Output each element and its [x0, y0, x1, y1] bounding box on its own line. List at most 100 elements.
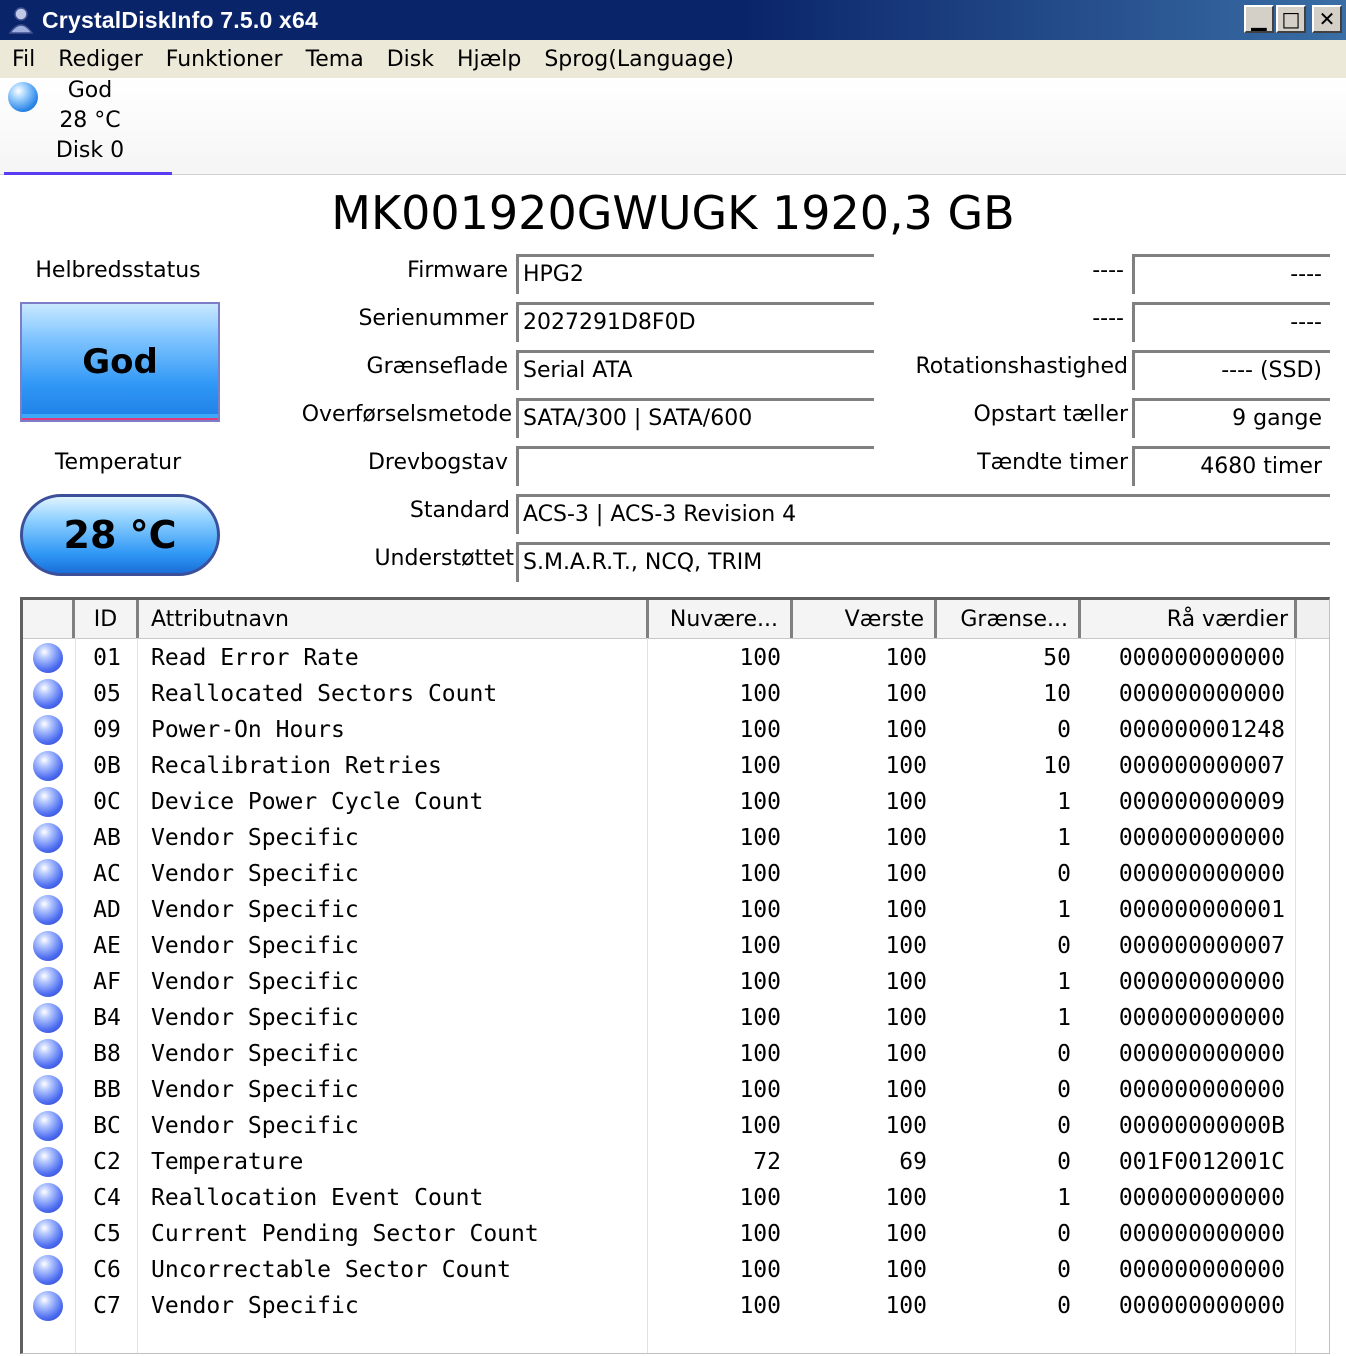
column-header-current[interactable]: Nuvære... [649, 600, 793, 638]
attribute-id: C2 [93, 1149, 121, 1175]
menu-help[interactable]: Hjælp [445, 47, 532, 72]
current-value: 100 [739, 1041, 781, 1067]
worst-value: 100 [885, 1077, 927, 1103]
table-row[interactable]: B4 Vendor Specific 100 100 1 000000000000 [23, 1000, 1329, 1036]
table-row[interactable]: AD Vendor Specific 100 100 1 000000000001 [23, 892, 1329, 928]
current-value: 100 [739, 933, 781, 959]
rotation-field[interactable]: ---- (SSD) [1132, 350, 1330, 390]
worst-value: 100 [885, 717, 927, 743]
threshold-value: 10 [1043, 753, 1071, 779]
table-row[interactable]: AB Vendor Specific 100 100 1 000000000000 [23, 820, 1329, 856]
table-row[interactable]: AE Vendor Specific 100 100 0 000000000007 [23, 928, 1329, 964]
close-button[interactable]: ✕ [1312, 5, 1342, 33]
menu-functions[interactable]: Funktioner [154, 47, 294, 72]
table-row[interactable]: AF Vendor Specific 100 100 1 000000000000 [23, 964, 1329, 1000]
temperature-display[interactable]: 28 °C [20, 494, 220, 576]
title-bar[interactable]: CrystalDiskInfo 7.5.0 x64 ▁ □ ✕ [0, 0, 1346, 40]
worst-value: 100 [885, 1293, 927, 1319]
status-orb-icon [33, 1255, 63, 1285]
serial-field[interactable]: 2027291D8F0D [516, 302, 874, 342]
table-row[interactable]: 09 Power-On Hours 100 100 0 000000001248 [23, 712, 1329, 748]
status-orb-icon [33, 859, 63, 889]
drive-letter-field[interactable] [516, 446, 874, 486]
status-orb-icon [33, 1291, 63, 1321]
table-row[interactable]: AC Vendor Specific 100 100 0 000000000000 [23, 856, 1329, 892]
worst-value: 100 [885, 1257, 927, 1283]
attribute-name: Temperature [151, 1149, 304, 1175]
status-orb-icon [33, 1075, 63, 1105]
attribute-name: Vendor Specific [151, 1077, 359, 1103]
column-header-status[interactable] [23, 600, 75, 638]
table-row[interactable]: BC Vendor Specific 100 100 0 00000000000B [23, 1108, 1329, 1144]
current-value: 100 [739, 1005, 781, 1031]
disk-tab-0[interactable]: God 28 °C Disk 0 [4, 78, 172, 175]
raw-value: 000000000009 [1118, 789, 1285, 815]
column-header-raw-values[interactable]: Rå værdier [1081, 600, 1297, 638]
interface-field[interactable]: Serial ATA [516, 350, 874, 390]
attribute-name: Vendor Specific [151, 1041, 359, 1067]
table-row[interactable]: BB Vendor Specific 100 100 0 000000000000 [23, 1072, 1329, 1108]
temperature-label: Temperatur [54, 450, 182, 475]
firmware-field[interactable]: HPG2 [516, 254, 874, 294]
supported-field[interactable]: S.M.A.R.T., NCQ, TRIM [516, 542, 1330, 582]
transfer-mode-field[interactable]: SATA/300 | SATA/600 [516, 398, 874, 438]
supported-label: Understøttet [374, 546, 514, 571]
power-on-hours-field[interactable]: 4680 timer [1132, 446, 1330, 486]
raw-value: 000000000000 [1118, 681, 1285, 707]
worst-value: 100 [885, 1185, 927, 1211]
raw-value: 000000000000 [1118, 1041, 1285, 1067]
disk-tab-status: God [67, 78, 113, 103]
table-row[interactable]: C5 Current Pending Sector Count 100 100 0 000… [23, 1216, 1329, 1252]
maximize-button[interactable]: □ [1276, 5, 1306, 33]
column-header-attribute-name[interactable]: Attributnavn [139, 600, 649, 638]
attribute-id: AC [93, 861, 121, 887]
power-on-count-field[interactable]: 9 gange [1132, 398, 1330, 438]
table-row[interactable]: 01 Read Error Rate 100 100 50 000000000000 [23, 640, 1329, 676]
worst-value: 100 [885, 789, 927, 815]
raw-value: 000000000000 [1118, 1077, 1285, 1103]
health-status-button[interactable]: God [20, 302, 220, 422]
menu-theme[interactable]: Tema [294, 47, 375, 72]
menu-disk[interactable]: Disk [375, 47, 445, 72]
current-value: 100 [739, 1185, 781, 1211]
table-row[interactable]: 05 Reallocated Sectors Count 100 100 10 00000… [23, 676, 1329, 712]
status-orb-icon [33, 967, 63, 997]
table-row[interactable]: 0B Recalibration Retries 100 100 10 000000000… [23, 748, 1329, 784]
column-header-threshold[interactable]: Grænse... [937, 600, 1081, 638]
attribute-name: Current Pending Sector Count [151, 1221, 539, 1247]
worst-value: 100 [885, 1005, 927, 1031]
attribute-id: B4 [93, 1005, 121, 1031]
current-value: 100 [739, 645, 781, 671]
raw-value: 000000000000 [1118, 645, 1285, 671]
status-orb-icon [33, 823, 63, 853]
table-row[interactable]: C7 Vendor Specific 100 100 0 000000000000 [23, 1288, 1329, 1324]
column-header-id[interactable]: ID [75, 600, 139, 638]
column-header-worst[interactable]: Værste [793, 600, 937, 638]
serial-label: Serienummer [358, 306, 508, 331]
table-row[interactable]: C2 Temperature 72 69 0 001F0012001C [23, 1144, 1329, 1180]
raw-value: 001F0012001C [1118, 1149, 1285, 1175]
smart-attributes-table[interactable]: ID Attributnavn Nuvære... Værste Grænse.… [20, 597, 1330, 1354]
menu-edit[interactable]: Rediger [46, 47, 153, 72]
menu-file[interactable]: Fil [0, 47, 46, 72]
table-row[interactable]: 0C Device Power Cycle Count 100 100 1 0000000… [23, 784, 1329, 820]
worst-value: 100 [885, 825, 927, 851]
disk-tab-strip: God 28 °C Disk 0 [0, 78, 1346, 175]
standard-field[interactable]: ACS-3 | ACS-3 Revision 4 [516, 494, 1330, 534]
status-orb-icon [33, 1039, 63, 1069]
rotation-label: Rotationshastighed [915, 354, 1128, 379]
threshold-value: 0 [1057, 1257, 1071, 1283]
right-label-1: ---- [1092, 258, 1124, 283]
current-value: 100 [739, 1113, 781, 1139]
attribute-id: 05 [93, 681, 121, 707]
table-row[interactable]: B8 Vendor Specific 100 100 0 000000000000 [23, 1036, 1329, 1072]
menu-language[interactable]: Sprog(Language) [532, 47, 745, 72]
right-field-1[interactable]: ---- [1132, 254, 1330, 294]
status-orb-icon [33, 931, 63, 961]
raw-value: 000000000001 [1118, 897, 1285, 923]
right-field-2[interactable]: ---- [1132, 302, 1330, 342]
table-row[interactable]: C4 Reallocation Event Count 100 100 1 0000000… [23, 1180, 1329, 1216]
minimize-button[interactable]: ▁ [1244, 5, 1274, 33]
status-orb-icon [33, 1219, 63, 1249]
table-row[interactable]: C6 Uncorrectable Sector Count 100 100 0 00000… [23, 1252, 1329, 1288]
